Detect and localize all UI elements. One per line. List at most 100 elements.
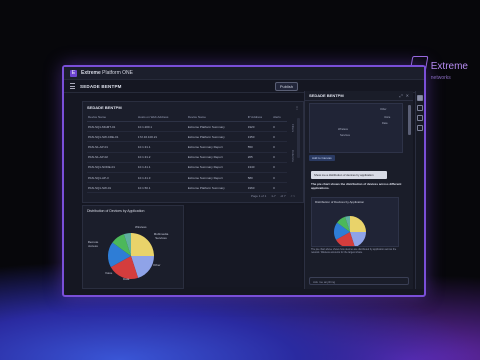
pie-chart: [108, 233, 154, 279]
table-card-title: SEDADE BENTPM: [87, 105, 122, 110]
pie-chart-card: Distribution of Devices by Application W…: [82, 205, 184, 289]
table-cell: PAN-S1-AP-02: [87, 152, 137, 163]
table-cell: PAN-SQ1-MGMT-01: [87, 121, 137, 133]
assistant-header-icons: ⤢ ✕: [399, 93, 409, 98]
table-cell: 10.1.50.1: [136, 182, 187, 194]
table-cell: 0: [272, 162, 287, 173]
assistant-scrollbar[interactable]: [408, 105, 411, 135]
table-body: PAN-SQ1-MGMT-01 10.1.200.1 Extreme Platfor…: [87, 121, 287, 194]
table-pager: Page 1 of 1 1-7 of 7 < >: [251, 194, 295, 198]
pie-label-data: Data: [123, 277, 130, 281]
table-cell: 10.1.200.1: [136, 121, 187, 133]
assistant-title: SEDADE BENTPM: [309, 93, 344, 98]
table-cell: PAN-S1-AP-01: [87, 141, 137, 153]
chat-input[interactable]: Ask me anything: [309, 277, 409, 285]
table-header-cell[interactable]: Device Name: [87, 113, 137, 122]
table-cell: 205: [246, 152, 273, 163]
rail-help-icon[interactable]: [417, 125, 423, 131]
table-card-header: SEDADE BENTPM ⋮: [83, 102, 303, 113]
table-cell: 0: [272, 121, 287, 133]
pie-label-voice: Voice: [105, 271, 113, 275]
table-cell: Extreme Platform Summary: [186, 121, 247, 133]
table-cell: 10.1.41.1: [136, 162, 187, 173]
table-cell: PAN-SQ1-SW-01: [87, 182, 137, 194]
assistant-message: The pie chart shows the distribution of …: [311, 182, 402, 190]
response-chart-card: Distribution of Devices by Application: [311, 197, 399, 247]
pie-label-multimedia: Multimedia Services: [153, 232, 169, 240]
table-row[interactable]: PAN-S1-AP-01 10.1.31.1 Extreme Summary Rep…: [87, 141, 287, 153]
table-cell: Extreme Summary Report: [186, 141, 247, 153]
table-row[interactable]: PAN-SQ1-MGMT-01 10.1.200.1 Extreme Platfor…: [87, 121, 287, 133]
table-scrollbar[interactable]: [297, 118, 300, 158]
table-header-row: Device Name Hosts on Web Address Device Na…: [87, 113, 287, 122]
right-icon-rail: [415, 91, 424, 289]
table-cell: PAN-SQ1-NODE-01: [87, 162, 137, 173]
device-table: Device Name Hosts on Web Address Device Na…: [87, 113, 287, 194]
table-cell: PAN-SQ1-AP-3: [87, 172, 137, 184]
mini-chart-card: Other Voice Data Wireless Services: [309, 103, 403, 153]
pager-page: Page 1 of 1: [250, 194, 267, 198]
mini-label-other: Other: [380, 108, 387, 111]
app-title: Extreme Platform ONE: [81, 70, 133, 76]
table-cell: 1340: [246, 162, 273, 173]
table-row[interactable]: PAN-SQ1-SW-01 10.1.50.1 Extreme Platform S…: [87, 182, 287, 194]
table-cell: Extreme Platform Summary: [186, 182, 247, 194]
table-row[interactable]: PAN-SQ1-NODE-01 10.1.41.1 Extreme Summary …: [87, 162, 287, 173]
pie-label-remote: Remote Access: [87, 240, 99, 248]
pager-total: of 7: [280, 194, 286, 198]
response-text: The pie chart above shows how devices ar…: [311, 248, 397, 255]
table-cell: Extreme Summary Report: [186, 172, 247, 184]
assistant-header: SEDADE BENTPM ⤢ ✕: [305, 91, 413, 101]
table-cell: 10.1.31.2: [136, 152, 187, 163]
pie-label-other: Other: [153, 263, 161, 267]
kebab-menu-icon[interactable]: ⋮: [295, 105, 299, 110]
table-cell: 1960: [246, 182, 273, 194]
table-header-cell[interactable]: Alerts: [272, 113, 287, 122]
table-row[interactable]: PAN-SQ1-SW-CRE-01 172.16.100.21 Extreme Pl…: [87, 131, 287, 143]
publish-button[interactable]: Publish: [274, 81, 298, 91]
pager-range: 1-7: [271, 194, 276, 198]
mini-label-wireless: Wireless: [338, 128, 348, 131]
filters-side-tab[interactable]: Filters: [291, 124, 295, 132]
table-cell: 172.16.100.21: [136, 131, 187, 143]
rail-chat-icon[interactable]: [417, 105, 423, 111]
table-row[interactable]: PAN-SQ1-AP-3 10.1.41.3 Extreme Summary Rep…: [87, 172, 287, 184]
mini-label-voice: Voice: [384, 116, 391, 119]
table-cell: 10.1.31.1: [136, 141, 187, 153]
response-pie-chart: [334, 216, 366, 246]
table-row[interactable]: PAN-S1-AP-02 10.1.31.2 Extreme Summary Rep…: [87, 152, 287, 163]
close-icon[interactable]: ✕: [406, 93, 409, 98]
device-table-card: SEDADE BENTPM ⋮ Device Name Hosts on Web …: [82, 101, 304, 203]
table-header-cell[interactable]: Device Name: [186, 113, 247, 122]
response-chart-title: Distribution of Devices by Application: [315, 200, 365, 204]
columns-side-tab[interactable]: Columns: [291, 150, 295, 162]
response-pie-slice-wireless: [350, 216, 366, 232]
expand-icon[interactable]: ⤢: [399, 93, 402, 98]
pie-label-wireless: Wireless: [135, 225, 147, 229]
table-cell: 0: [272, 141, 287, 153]
hamburger-menu-icon[interactable]: [70, 83, 75, 89]
mini-label-data: Data: [382, 122, 388, 125]
table-header-cell[interactable]: IP Address: [246, 113, 273, 122]
rail-settings-icon[interactable]: [417, 115, 423, 121]
rail-home-icon[interactable]: [417, 95, 423, 101]
canvas-area: SEDADE BENTPM ⋮ Device Name Hosts on Web …: [68, 93, 304, 289]
table-cell: 1920: [246, 121, 273, 133]
table-cell: PAN-SQ1-SW-CRE-01: [87, 131, 137, 143]
table-cell: 580: [246, 172, 273, 184]
brand-sub: networks: [430, 75, 451, 81]
table-header-cell[interactable]: Hosts on Web Address: [136, 113, 187, 122]
mini-label-services: Services: [340, 134, 350, 137]
app-title-rest: Platform ONE: [100, 70, 133, 76]
add-to-canvas-button[interactable]: Add to Canvas: [309, 155, 335, 161]
app-title-bold: Extreme: [81, 70, 101, 76]
table-cell: 550: [246, 141, 273, 153]
empty-canvas-slot: [186, 205, 302, 287]
table-cell: 10.1.41.3: [136, 172, 187, 184]
table-cell: 0: [272, 152, 287, 163]
assistant-panel: SEDADE BENTPM ⤢ ✕ Other Voice Data Wirel…: [304, 91, 413, 289]
user-message: Show me a distribution of devices by app…: [311, 171, 387, 179]
pager-nav[interactable]: < >: [291, 194, 295, 198]
table-cell: Extreme Summary Report: [186, 162, 247, 173]
brand-name: Extreme: [430, 61, 468, 72]
